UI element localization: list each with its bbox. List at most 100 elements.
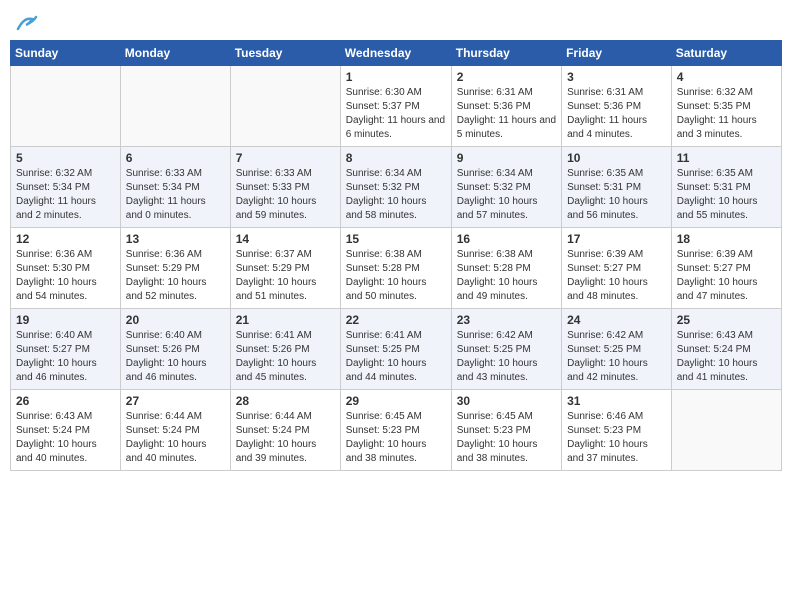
sunrise-text: Sunrise: 6:38 AM xyxy=(346,249,422,260)
sunrise-text: Sunrise: 6:32 AM xyxy=(16,168,92,179)
sunrise-text: Sunrise: 6:39 AM xyxy=(677,249,753,260)
calendar-cell: 29 Sunrise: 6:45 AM Sunset: 5:23 PM Dayl… xyxy=(340,390,451,471)
day-number: 15 xyxy=(346,232,446,246)
calendar-header-thursday: Thursday xyxy=(451,41,561,66)
daylight-text: Daylight: 10 hours and 47 minutes. xyxy=(677,277,758,302)
calendar-header-tuesday: Tuesday xyxy=(230,41,340,66)
day-detail: Sunrise: 6:40 AM Sunset: 5:26 PM Dayligh… xyxy=(126,329,225,385)
logo xyxy=(14,10,38,34)
page-header xyxy=(10,10,782,34)
day-number: 22 xyxy=(346,313,446,327)
calendar-cell: 7 Sunrise: 6:33 AM Sunset: 5:33 PM Dayli… xyxy=(230,147,340,228)
day-number: 13 xyxy=(126,232,225,246)
daylight-text: Daylight: 10 hours and 41 minutes. xyxy=(677,358,758,383)
sunset-text: Sunset: 5:27 PM xyxy=(16,344,90,355)
sunset-text: Sunset: 5:32 PM xyxy=(346,182,420,193)
day-detail: Sunrise: 6:40 AM Sunset: 5:27 PM Dayligh… xyxy=(16,329,115,385)
sunset-text: Sunset: 5:36 PM xyxy=(457,101,531,112)
daylight-text: Daylight: 11 hours and 2 minutes. xyxy=(16,196,96,221)
calendar-cell: 25 Sunrise: 6:43 AM Sunset: 5:24 PM Dayl… xyxy=(671,309,781,390)
calendar-cell: 17 Sunrise: 6:39 AM Sunset: 5:27 PM Dayl… xyxy=(562,228,672,309)
sunrise-text: Sunrise: 6:32 AM xyxy=(677,87,753,98)
day-number: 27 xyxy=(126,394,225,408)
sunrise-text: Sunrise: 6:31 AM xyxy=(457,87,533,98)
day-number: 17 xyxy=(567,232,666,246)
day-number: 20 xyxy=(126,313,225,327)
day-detail: Sunrise: 6:43 AM Sunset: 5:24 PM Dayligh… xyxy=(16,410,115,466)
daylight-text: Daylight: 10 hours and 55 minutes. xyxy=(677,196,758,221)
calendar-cell: 11 Sunrise: 6:35 AM Sunset: 5:31 PM Dayl… xyxy=(671,147,781,228)
day-number: 8 xyxy=(346,151,446,165)
sunset-text: Sunset: 5:27 PM xyxy=(567,263,641,274)
day-number: 26 xyxy=(16,394,115,408)
day-detail: Sunrise: 6:46 AM Sunset: 5:23 PM Dayligh… xyxy=(567,410,666,466)
calendar-cell: 26 Sunrise: 6:43 AM Sunset: 5:24 PM Dayl… xyxy=(11,390,121,471)
sunset-text: Sunset: 5:29 PM xyxy=(236,263,310,274)
sunrise-text: Sunrise: 6:45 AM xyxy=(457,411,533,422)
day-detail: Sunrise: 6:36 AM Sunset: 5:30 PM Dayligh… xyxy=(16,248,115,304)
calendar-cell: 21 Sunrise: 6:41 AM Sunset: 5:26 PM Dayl… xyxy=(230,309,340,390)
calendar-cell xyxy=(671,390,781,471)
sunrise-text: Sunrise: 6:42 AM xyxy=(567,330,643,341)
daylight-text: Daylight: 10 hours and 38 minutes. xyxy=(457,439,538,464)
sunset-text: Sunset: 5:28 PM xyxy=(346,263,420,274)
daylight-text: Daylight: 10 hours and 49 minutes. xyxy=(457,277,538,302)
sunrise-text: Sunrise: 6:35 AM xyxy=(567,168,643,179)
sunset-text: Sunset: 5:36 PM xyxy=(567,101,641,112)
day-detail: Sunrise: 6:45 AM Sunset: 5:23 PM Dayligh… xyxy=(346,410,446,466)
calendar-cell: 16 Sunrise: 6:38 AM Sunset: 5:28 PM Dayl… xyxy=(451,228,561,309)
sunrise-text: Sunrise: 6:41 AM xyxy=(236,330,312,341)
sunrise-text: Sunrise: 6:40 AM xyxy=(126,330,202,341)
sunrise-text: Sunrise: 6:33 AM xyxy=(236,168,312,179)
day-detail: Sunrise: 6:38 AM Sunset: 5:28 PM Dayligh… xyxy=(346,248,446,304)
daylight-text: Daylight: 10 hours and 56 minutes. xyxy=(567,196,648,221)
calendar-week-4: 19 Sunrise: 6:40 AM Sunset: 5:27 PM Dayl… xyxy=(11,309,782,390)
sunset-text: Sunset: 5:33 PM xyxy=(236,182,310,193)
sunset-text: Sunset: 5:23 PM xyxy=(457,425,531,436)
sunset-text: Sunset: 5:24 PM xyxy=(16,425,90,436)
daylight-text: Daylight: 10 hours and 42 minutes. xyxy=(567,358,648,383)
daylight-text: Daylight: 11 hours and 0 minutes. xyxy=(126,196,206,221)
calendar-cell xyxy=(11,66,121,147)
sunrise-text: Sunrise: 6:34 AM xyxy=(346,168,422,179)
day-number: 14 xyxy=(236,232,335,246)
day-number: 21 xyxy=(236,313,335,327)
calendar-week-2: 5 Sunrise: 6:32 AM Sunset: 5:34 PM Dayli… xyxy=(11,147,782,228)
daylight-text: Daylight: 11 hours and 3 minutes. xyxy=(677,115,757,140)
daylight-text: Daylight: 10 hours and 40 minutes. xyxy=(16,439,97,464)
sunrise-text: Sunrise: 6:40 AM xyxy=(16,330,92,341)
day-number: 5 xyxy=(16,151,115,165)
sunrise-text: Sunrise: 6:45 AM xyxy=(346,411,422,422)
calendar-cell xyxy=(120,66,230,147)
day-detail: Sunrise: 6:44 AM Sunset: 5:24 PM Dayligh… xyxy=(236,410,335,466)
daylight-text: Daylight: 10 hours and 52 minutes. xyxy=(126,277,207,302)
day-number: 29 xyxy=(346,394,446,408)
calendar-cell: 12 Sunrise: 6:36 AM Sunset: 5:30 PM Dayl… xyxy=(11,228,121,309)
calendar-header-sunday: Sunday xyxy=(11,41,121,66)
sunset-text: Sunset: 5:26 PM xyxy=(236,344,310,355)
sunrise-text: Sunrise: 6:31 AM xyxy=(567,87,643,98)
day-number: 11 xyxy=(677,151,776,165)
calendar-cell: 27 Sunrise: 6:44 AM Sunset: 5:24 PM Dayl… xyxy=(120,390,230,471)
sunset-text: Sunset: 5:24 PM xyxy=(677,344,751,355)
calendar-header-saturday: Saturday xyxy=(671,41,781,66)
day-detail: Sunrise: 6:43 AM Sunset: 5:24 PM Dayligh… xyxy=(677,329,776,385)
day-detail: Sunrise: 6:30 AM Sunset: 5:37 PM Dayligh… xyxy=(346,86,446,142)
day-detail: Sunrise: 6:39 AM Sunset: 5:27 PM Dayligh… xyxy=(567,248,666,304)
sunrise-text: Sunrise: 6:44 AM xyxy=(126,411,202,422)
day-number: 3 xyxy=(567,70,666,84)
daylight-text: Daylight: 10 hours and 51 minutes. xyxy=(236,277,317,302)
daylight-text: Daylight: 10 hours and 59 minutes. xyxy=(236,196,317,221)
sunset-text: Sunset: 5:27 PM xyxy=(677,263,751,274)
sunset-text: Sunset: 5:30 PM xyxy=(16,263,90,274)
day-detail: Sunrise: 6:34 AM Sunset: 5:32 PM Dayligh… xyxy=(457,167,556,223)
daylight-text: Daylight: 10 hours and 44 minutes. xyxy=(346,358,427,383)
day-number: 28 xyxy=(236,394,335,408)
day-number: 10 xyxy=(567,151,666,165)
sunrise-text: Sunrise: 6:46 AM xyxy=(567,411,643,422)
calendar-cell: 2 Sunrise: 6:31 AM Sunset: 5:36 PM Dayli… xyxy=(451,66,561,147)
day-number: 6 xyxy=(126,151,225,165)
sunset-text: Sunset: 5:25 PM xyxy=(567,344,641,355)
day-detail: Sunrise: 6:38 AM Sunset: 5:28 PM Dayligh… xyxy=(457,248,556,304)
calendar-header-row: SundayMondayTuesdayWednesdayThursdayFrid… xyxy=(11,41,782,66)
